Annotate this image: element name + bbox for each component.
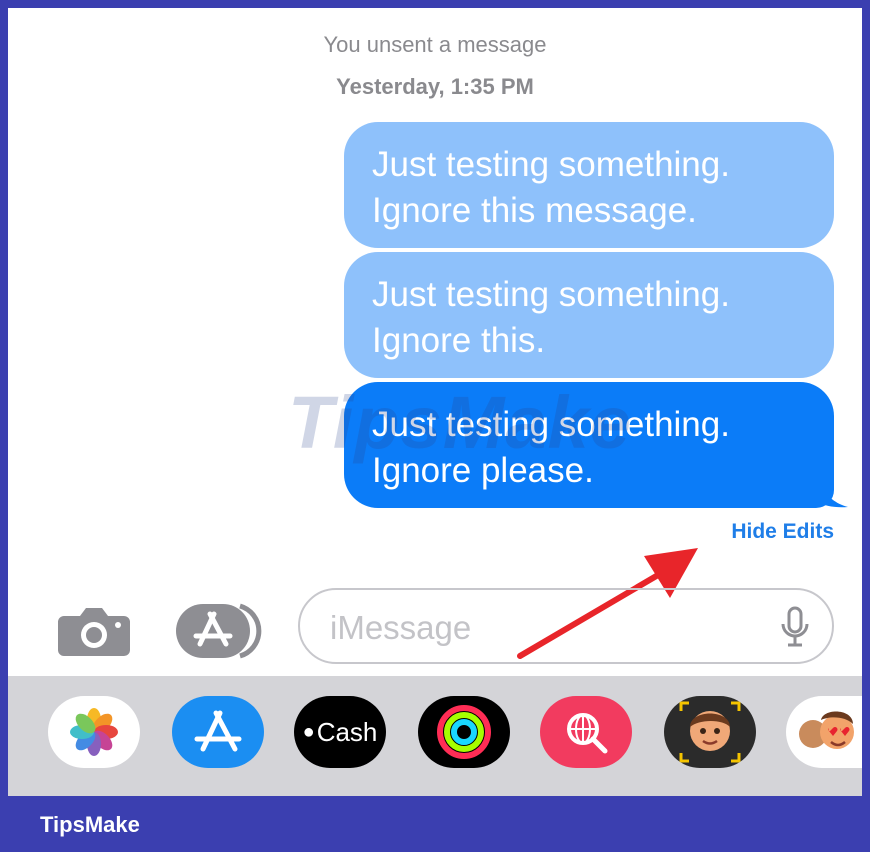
app-store-app[interactable] [172, 696, 264, 768]
hide-edits-link[interactable]: Hide Edits [731, 520, 834, 544]
photos-app[interactable] [48, 696, 140, 768]
apple-logo-icon: ● [302, 720, 315, 743]
search-images-app[interactable] [540, 696, 632, 768]
camera-icon [58, 608, 130, 656]
watermark-logo: TipsMake [288, 381, 632, 464]
app-store-icon [176, 603, 262, 659]
message-timestamp: Yesterday, 1:35 PM [336, 74, 534, 99]
edit-history-bubble-2[interactable]: Just testing something. Ignore this. [344, 252, 834, 378]
input-placeholder: iMessage [330, 609, 472, 646]
fitness-app[interactable] [418, 696, 510, 768]
memoji-app[interactable] [664, 696, 756, 768]
app-drawer-button[interactable] [174, 602, 264, 660]
bubble-tail-icon [818, 486, 848, 508]
imessage-input[interactable]: iMessage [298, 588, 834, 664]
footer-brand: TipsMake [40, 812, 140, 837]
footer-bar: TipsMake [0, 796, 870, 852]
globe-magnifier-icon [567, 713, 608, 754]
messages-screen: You unsent a message Yesterday, 1:35 PM … [8, 8, 862, 796]
memoji-face-icon [679, 701, 741, 763]
edit-history-bubble-1[interactable]: Just testing something. Ignore this mess… [344, 122, 834, 248]
heart-eyes-memoji-icon [799, 711, 854, 749]
unsent-notice: You unsent a message [323, 32, 547, 57]
animoji-stickers-app[interactable] [786, 696, 862, 768]
microphone-icon[interactable] [780, 606, 810, 648]
apple-cash-label: Cash [316, 716, 378, 747]
photos-flower-icon [70, 708, 118, 756]
camera-button[interactable] [56, 604, 132, 658]
apple-cash-app[interactable]: ● Cash [294, 696, 386, 768]
app-store-icon [194, 710, 242, 752]
activity-rings-icon [437, 705, 491, 759]
imessage-apps-tray: ● Cash [8, 676, 862, 796]
